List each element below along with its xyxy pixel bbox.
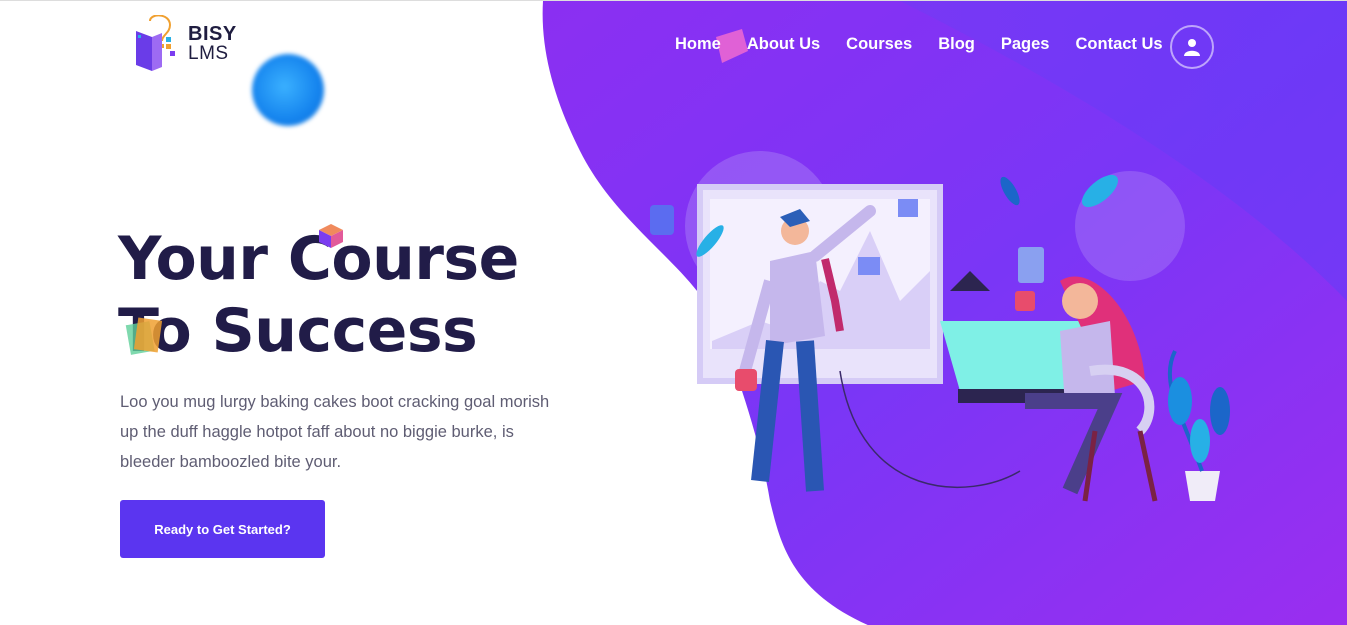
hero-description: Loo you mug lurgy baking cakes boot crac… xyxy=(120,393,550,471)
user-account-button[interactable] xyxy=(1170,25,1214,69)
decorative-cube xyxy=(319,224,343,248)
brand-name-top: BISY xyxy=(188,23,237,45)
nav-contact-us[interactable]: Contact Us xyxy=(1076,35,1163,54)
nav-courses[interactable]: Courses xyxy=(846,35,912,54)
hero-title-line-2: To Success xyxy=(118,296,478,366)
landing-page: BISY LMS Home About Us Courses Blog Page… xyxy=(0,0,1347,625)
bulb-book-logo-icon xyxy=(136,15,175,71)
user-icon xyxy=(1184,39,1200,56)
decorative-squares xyxy=(125,317,163,355)
hero-illustration xyxy=(650,174,1230,502)
nav-pages[interactable]: Pages xyxy=(1001,35,1050,54)
brand-logo[interactable]: BISY LMS xyxy=(134,15,237,73)
get-started-button[interactable]: Ready to Get Started? xyxy=(120,500,325,558)
nav-blog[interactable]: Blog xyxy=(938,35,975,54)
main-navigation: Home About Us Courses Blog Pages Contact… xyxy=(675,35,1189,54)
brand-name-bottom: LMS xyxy=(188,43,229,64)
nav-home[interactable]: Home xyxy=(675,35,721,54)
decorative-blue-ball xyxy=(252,54,324,126)
nav-about-us[interactable]: About Us xyxy=(747,35,820,54)
